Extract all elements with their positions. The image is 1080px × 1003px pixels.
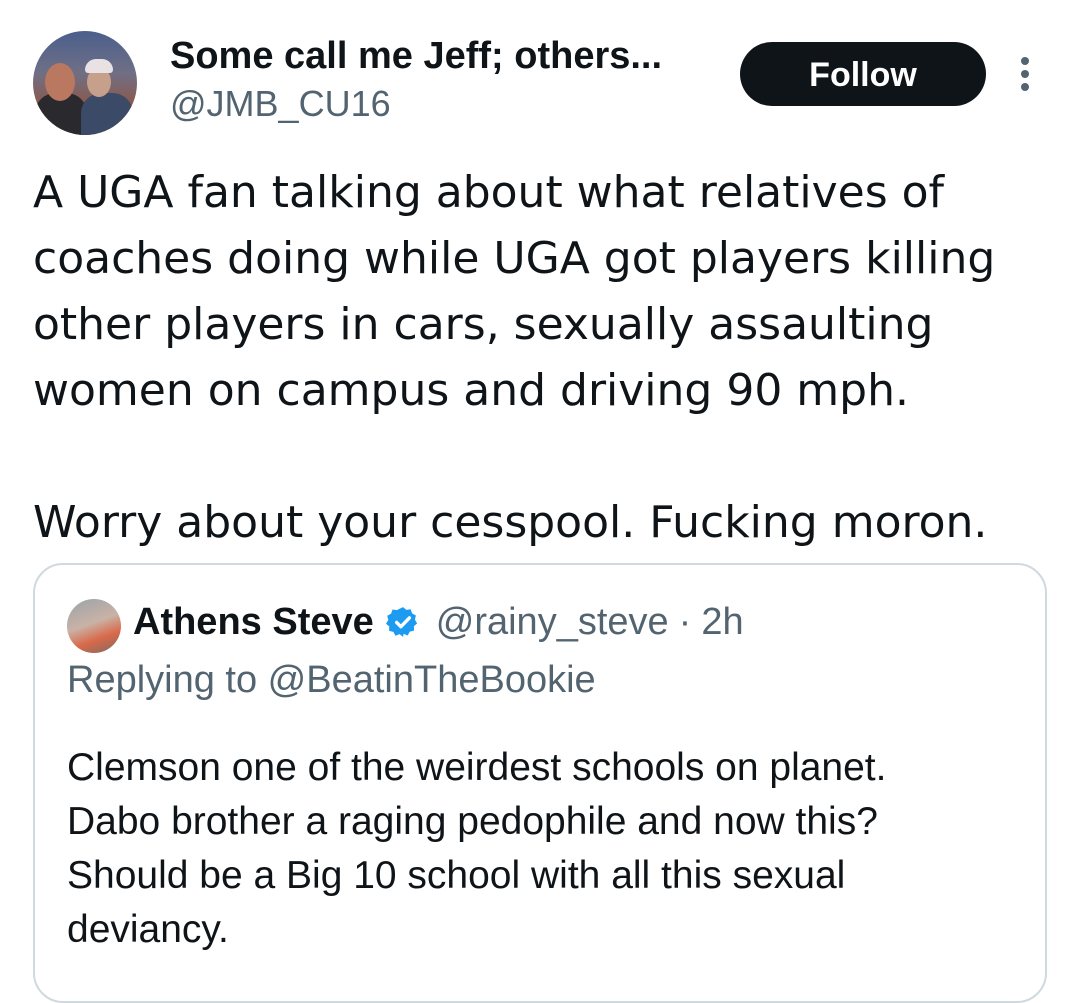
tweet-line: Worry about your cesspool. Fucking moron… — [33, 497, 988, 548]
tweet-line: A UGA fan talking about what relatives o… — [33, 167, 945, 218]
quoted-tweet-timestamp[interactable]: 2h — [701, 601, 743, 644]
follow-button[interactable]: Follow — [740, 42, 986, 106]
author-avatar[interactable] — [33, 31, 137, 135]
avatar-person-left-face — [45, 63, 75, 101]
separator-dot: · — [678, 600, 692, 643]
author-handle[interactable]: @JMB_CU16 — [170, 82, 391, 126]
quoted-tweet-line: Clemson one of the weirdest schools on p… — [67, 746, 887, 789]
quoted-tweet-line: Should be a Big 10 school with all this … — [67, 854, 846, 897]
tweet-line: other players in cars, sexually assaulti… — [33, 299, 934, 350]
quoted-author-handle[interactable]: @rainy_steve — [436, 601, 669, 644]
replying-to-label[interactable]: Replying to @BeatinTheBookie — [67, 659, 596, 702]
quoted-tweet-header: Athens Steve @rainy_steve · 2h — [133, 597, 744, 647]
quoted-author-display-name[interactable]: Athens Steve — [133, 601, 374, 644]
verified-badge-icon — [385, 605, 420, 639]
tweet-body: A UGA fan talking about what relatives o… — [33, 160, 1043, 556]
quoted-tweet-line: deviancy. — [67, 908, 229, 951]
avatar-person-right-hat — [85, 59, 113, 73]
quoted-tweet-body: Clemson one of the weirdest schools on p… — [67, 741, 1027, 957]
avatar-person-right-body — [81, 93, 133, 135]
tweet-line: women on campus and driving 90 mph. — [33, 365, 909, 416]
quoted-tweet-line: Dabo brother a raging pedophile and now … — [67, 800, 878, 843]
quoted-author-avatar[interactable] — [67, 599, 121, 653]
quoted-tweet-card[interactable]: Athens Steve @rainy_steve · 2h Replying … — [33, 563, 1047, 1003]
tweet-line: coaches doing while UGA got players kill… — [33, 233, 996, 284]
more-vertical-icon[interactable] — [1014, 56, 1036, 92]
author-display-name[interactable]: Some call me Jeff; others... — [170, 34, 662, 78]
